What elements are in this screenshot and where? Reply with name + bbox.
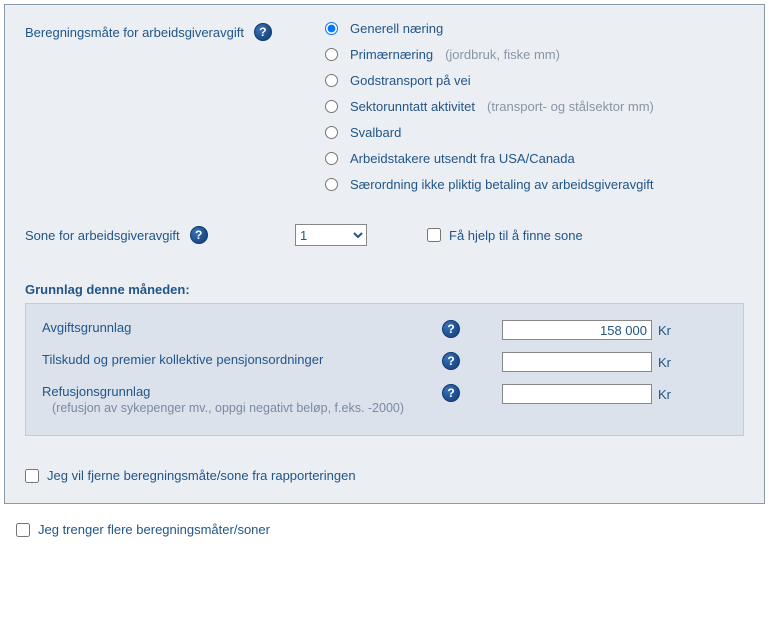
refusjon-input[interactable] — [502, 384, 652, 404]
radio-row-usa-canada[interactable]: Arbeidstakere utsendt fra USA/Canada — [325, 151, 654, 166]
radio-generell[interactable] — [325, 22, 338, 35]
grunnlag-help-wrap: ? — [442, 352, 502, 370]
grunnlag-input-wrap: Kr — [502, 320, 671, 340]
radio-sektor[interactable] — [325, 100, 338, 113]
grunnlag-panel: Avgiftsgrunnlag ? Kr Tilskudd og premier… — [25, 303, 744, 436]
radio-label: Arbeidstakere utsendt fra USA/Canada — [350, 151, 575, 166]
remove-checkbox[interactable] — [25, 469, 39, 483]
kr-suffix: Kr — [658, 323, 671, 338]
beregningsmate-section: Beregningsmåte for arbeidsgiveravgift ? … — [25, 21, 744, 192]
radio-usa-canada[interactable] — [325, 152, 338, 165]
help-icon[interactable]: ? — [442, 320, 460, 338]
radio-row-godstransport[interactable]: Godstransport på vei — [325, 73, 654, 88]
help-icon[interactable]: ? — [190, 226, 208, 244]
radio-saerordning[interactable] — [325, 178, 338, 191]
grunnlag-label-text: Refusjonsgrunnlag — [42, 384, 150, 399]
sone-help-checkbox[interactable] — [427, 228, 441, 242]
kr-suffix: Kr — [658, 355, 671, 370]
radio-godstransport[interactable] — [325, 74, 338, 87]
help-icon[interactable]: ? — [442, 352, 460, 370]
radio-primaer[interactable] — [325, 48, 338, 61]
more-check-label: Jeg trenger flere beregningsmåter/soner — [38, 522, 270, 537]
grunnlag-label: Tilskudd og premier kollektive pensjonso… — [42, 352, 442, 367]
grunnlag-row-tilskudd: Tilskudd og premier kollektive pensjonso… — [42, 346, 727, 378]
more-check-row[interactable]: Jeg trenger flere beregningsmåter/soner — [16, 522, 765, 537]
grunnlag-help-wrap: ? — [442, 320, 502, 338]
grunnlag-label: Avgiftsgrunnlag — [42, 320, 442, 335]
grunnlag-input-wrap: Kr — [502, 384, 671, 404]
radio-label: Svalbard — [350, 125, 401, 140]
grunnlag-label-text: Avgiftsgrunnlag — [42, 320, 131, 335]
grunnlag-help-wrap: ? — [442, 384, 502, 402]
main-panel: Beregningsmåte for arbeidsgiveravgift ? … — [4, 4, 765, 504]
sone-label: Sone for arbeidsgiveravgift — [25, 228, 180, 243]
sone-help-checkbox-label: Få hjelp til å finne sone — [449, 228, 583, 243]
more-checkbox[interactable] — [16, 523, 30, 537]
sone-row: Sone for arbeidsgiveravgift ? 1 Få hjelp… — [25, 224, 744, 246]
avgiftsgrunnlag-input[interactable] — [502, 320, 652, 340]
radio-row-generell[interactable]: Generell næring — [325, 21, 654, 36]
grunnlag-row-avgiftsgrunnlag: Avgiftsgrunnlag ? Kr — [42, 314, 727, 346]
help-icon[interactable]: ? — [254, 23, 272, 41]
radio-svalbard[interactable] — [325, 126, 338, 139]
grunnlag-label: Refusjonsgrunnlag (refusjon av sykepenge… — [42, 384, 442, 415]
radio-row-primaer[interactable]: Primærnæring (jordbruk, fiske mm) — [325, 47, 654, 62]
sone-help-checkbox-row[interactable]: Få hjelp til å finne sone — [427, 228, 583, 243]
radio-hint: (transport- og stålsektor mm) — [487, 99, 654, 114]
radio-label: Primærnæring — [350, 47, 433, 62]
radio-row-saerordning[interactable]: Særordning ikke pliktig betaling av arbe… — [325, 177, 654, 192]
radio-label: Godstransport på vei — [350, 73, 471, 88]
radio-label: Sektorunntatt aktivitet — [350, 99, 475, 114]
grunnlag-sublabel: (refusjon av sykepenger mv., oppgi negat… — [52, 401, 442, 415]
radio-hint: (jordbruk, fiske mm) — [445, 47, 560, 62]
kr-suffix: Kr — [658, 387, 671, 402]
radio-row-sektor[interactable]: Sektorunntatt aktivitet (transport- og s… — [325, 99, 654, 114]
help-icon[interactable]: ? — [442, 384, 460, 402]
tilskudd-input[interactable] — [502, 352, 652, 372]
remove-check-row[interactable]: Jeg vil fjerne beregningsmåte/sone fra r… — [25, 468, 744, 483]
radio-label: Særordning ikke pliktig betaling av arbe… — [350, 177, 654, 192]
beregningsmate-radio-list: Generell næring Primærnæring (jordbruk, … — [325, 21, 654, 192]
grunnlag-input-wrap: Kr — [502, 352, 671, 372]
beregningsmate-label: Beregningsmåte for arbeidsgiveravgift — [25, 25, 244, 40]
grunnlag-header: Grunnlag denne måneden: — [25, 282, 744, 297]
beregningsmate-label-wrap: Beregningsmåte for arbeidsgiveravgift ? — [25, 21, 325, 41]
remove-check-label: Jeg vil fjerne beregningsmåte/sone fra r… — [47, 468, 356, 483]
sone-label-wrap: Sone for arbeidsgiveravgift ? — [25, 226, 285, 244]
sone-select[interactable]: 1 — [295, 224, 367, 246]
grunnlag-row-refusjon: Refusjonsgrunnlag (refusjon av sykepenge… — [42, 378, 727, 421]
radio-label: Generell næring — [350, 21, 443, 36]
radio-row-svalbard[interactable]: Svalbard — [325, 125, 654, 140]
grunnlag-label-text: Tilskudd og premier kollektive pensjonso… — [42, 352, 323, 367]
